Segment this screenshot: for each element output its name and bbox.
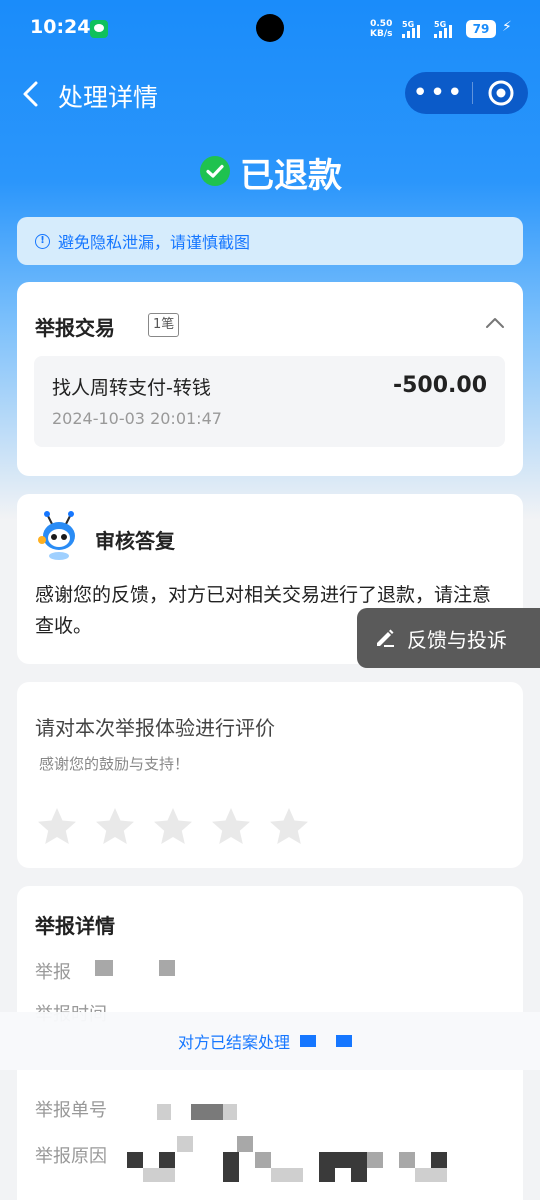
report-reason-label: 举报原因 — [35, 1146, 107, 1167]
close-miniprogram-button[interactable] — [473, 79, 528, 107]
wechat-notification-icon — [90, 20, 108, 38]
mosaic-block — [367, 1152, 383, 1168]
camera-cutout — [256, 14, 284, 42]
transaction-count-badge: 1笔 — [148, 313, 180, 337]
mosaic-block — [127, 1152, 143, 1168]
mosaic-block — [319, 1152, 367, 1168]
charging-icon: ⚡ — [502, 19, 512, 35]
star-rating — [35, 806, 311, 848]
mosaic-block — [271, 1168, 303, 1182]
rating-subtitle: 感谢您的鼓励与支持！ — [39, 755, 190, 773]
mosaic-block — [415, 1168, 447, 1182]
mosaic-block — [351, 1168, 367, 1182]
network-speed: 0.50 KB/s — [370, 19, 392, 39]
network-speed-unit: KB/s — [370, 29, 393, 39]
case-status-banner: 对方已结案处理 — [0, 1012, 540, 1070]
mosaic-block — [191, 1104, 207, 1120]
transaction-amount: -500.00 — [392, 373, 487, 398]
more-button[interactable]: ••• — [405, 72, 472, 114]
report-details-title: 举报详情 — [35, 914, 115, 938]
refund-status: 已退款 — [240, 156, 342, 196]
mosaic-block — [157, 1104, 171, 1120]
mosaic-block — [223, 1168, 239, 1182]
chevron-up-icon[interactable] — [485, 314, 505, 330]
status-time: 10:24 — [30, 16, 91, 38]
transaction-item[interactable]: 找人周转支付-转钱 -500.00 2024-10-03 20:01:47 — [34, 356, 505, 447]
review-reply-title: 审核答复 — [95, 529, 175, 553]
check-circle-icon — [200, 156, 230, 186]
feedback-complaint-label: 反馈与投诉 — [407, 627, 507, 652]
mosaic-block — [431, 1152, 447, 1168]
star-icon[interactable] — [35, 806, 79, 848]
feedback-complaint-button[interactable]: 反馈与投诉 — [357, 608, 540, 668]
report-field-label: 举报 — [35, 962, 71, 983]
back-arrow-icon[interactable] — [18, 80, 46, 108]
mosaic-block — [319, 1168, 335, 1182]
transaction-time: 2024-10-03 20:01:47 — [52, 409, 222, 428]
star-icon[interactable] — [209, 806, 253, 848]
mosaic-block — [255, 1152, 271, 1168]
star-icon[interactable] — [267, 806, 311, 848]
miniprogram-capsule: ••• — [405, 72, 528, 114]
privacy-notice: ! 避免隐私泄漏，请谨慎截图 — [17, 217, 523, 265]
mosaic-block — [237, 1136, 253, 1152]
mosaic-block — [207, 1104, 223, 1120]
signal-icon-2: 5G — [434, 20, 460, 38]
mosaic-block — [399, 1152, 415, 1168]
report-transactions-card: 举报交易 1笔 找人周转支付-转钱 -500.00 2024-10-03 20:… — [17, 282, 523, 476]
page-title: 处理详情 — [58, 83, 159, 112]
mosaic-block — [223, 1152, 239, 1168]
mosaic-block — [143, 1168, 175, 1182]
report-transactions-title: 举报交易 — [35, 316, 115, 340]
case-status-text: 对方已结案处理 — [177, 1033, 290, 1052]
mosaic-block — [223, 1104, 237, 1120]
star-icon[interactable] — [93, 806, 137, 848]
mosaic-block — [300, 1035, 316, 1047]
mosaic-block — [177, 1136, 193, 1152]
target-icon — [488, 80, 513, 106]
info-icon: ! — [35, 233, 50, 249]
mosaic-block — [159, 960, 175, 976]
rating-title: 请对本次举报体验进行评价 — [35, 716, 275, 740]
edit-icon — [377, 629, 394, 647]
signal-icon: 5G — [402, 20, 428, 38]
privacy-notice-text: 避免隐私泄漏，请谨慎截图 — [58, 233, 251, 252]
network-speed-value: 0.50 — [370, 19, 393, 29]
rating-card: 请对本次举报体验进行评价 感谢您的鼓励与支持！ — [17, 682, 523, 868]
star-icon[interactable] — [151, 806, 195, 848]
mascot-avatar-icon — [33, 510, 85, 562]
report-number-label: 举报单号 — [35, 1100, 107, 1121]
mosaic-block — [159, 1152, 175, 1168]
mosaic-block — [336, 1035, 352, 1047]
battery-icon: 79 — [466, 20, 496, 38]
transaction-name: 找人周转支付-转钱 — [52, 377, 211, 399]
mosaic-block — [95, 960, 113, 976]
